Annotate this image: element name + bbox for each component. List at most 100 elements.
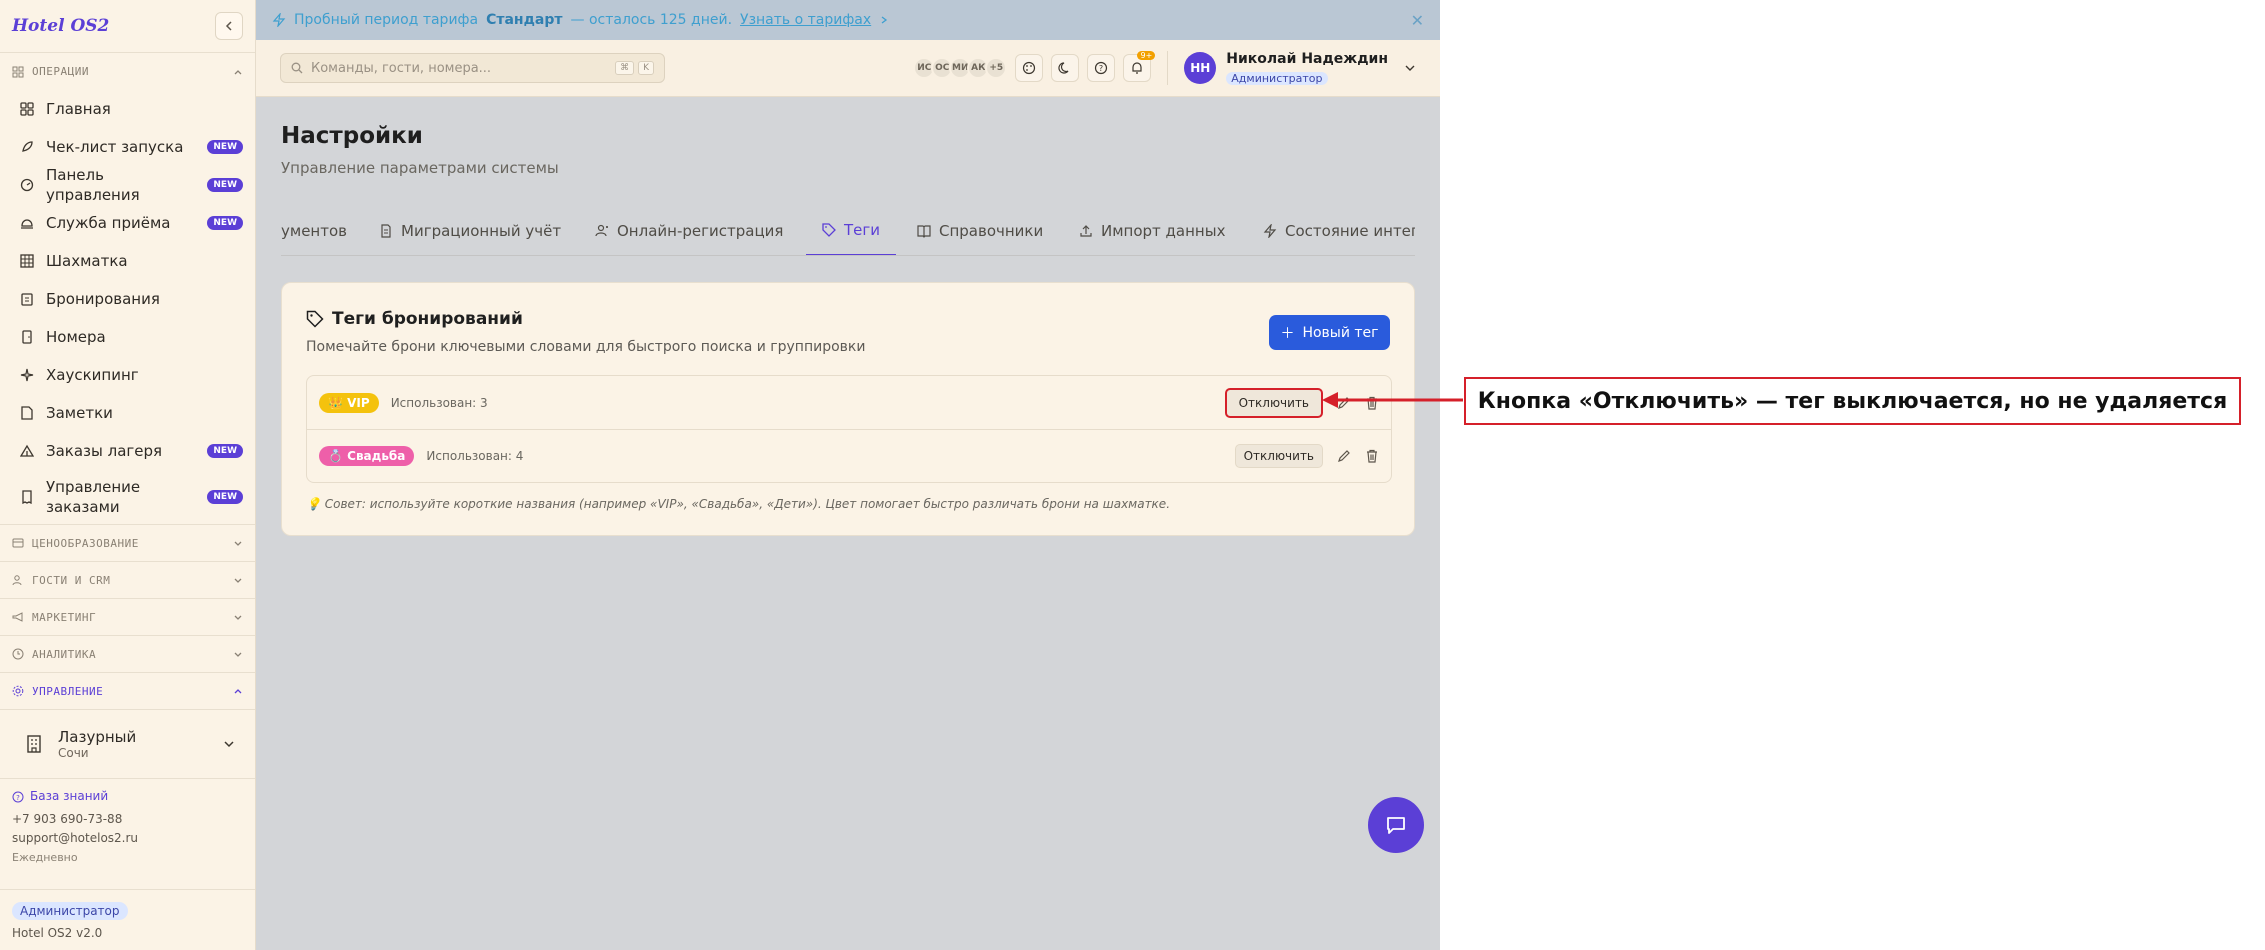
chevron-down-icon [234, 541, 242, 546]
pricing-link[interactable]: Узнать о тарифах [740, 12, 871, 28]
chat-button[interactable] [1368, 797, 1424, 853]
chevron-down-icon [224, 741, 234, 748]
user-plus-icon [595, 224, 608, 237]
sidebar-header: Hotel OS2 [0, 0, 255, 53]
theme-palette-button[interactable] [1015, 54, 1044, 82]
knowledge-base-link[interactable]: ? База знаний [12, 787, 243, 806]
command-search[interactable]: Команды, гости, номера... ⌘ K [280, 53, 665, 83]
banner-suffix: — осталось 125 дней. [570, 12, 733, 28]
chevron-down-icon [234, 615, 242, 620]
sidebar-item-housekeeping[interactable]: Хаускипинг [12, 356, 243, 394]
tag-list: 👑 VIP Использован: 3 Отключить 💍 Свадьба [306, 375, 1392, 483]
tab-tags[interactable]: Теги [806, 206, 897, 255]
disable-tag-button[interactable]: Отключить [1224, 387, 1323, 418]
tab-label: Справочники [939, 222, 1044, 240]
tab-label: Импорт данных [1101, 222, 1226, 240]
note-icon [21, 406, 33, 420]
dark-mode-button[interactable] [1051, 54, 1080, 82]
tab-documents[interactable]: ументов [281, 206, 347, 255]
support-email[interactable]: support@hotelos2.ru [12, 829, 243, 848]
close-banner-icon[interactable]: ✕ [1411, 11, 1424, 30]
tab-data-import[interactable]: Импорт данных [1079, 206, 1226, 255]
sidebar-item-label: Управление заказами [46, 478, 141, 516]
edit-icon[interactable] [1337, 449, 1351, 463]
sidebar-item-home[interactable]: Главная [12, 90, 243, 128]
banner-plan: Стандарт [486, 12, 563, 28]
sidebar-item-order-management[interactable]: Управление заказами NEW [12, 470, 243, 524]
annotation-text: Кнопка «Отключить» — тег выключается, но… [1477, 388, 2228, 414]
section-management[interactable]: УПРАВЛЕНИЕ [0, 672, 255, 709]
tip-text: 💡 Совет: используйте короткие названия (… [306, 497, 1171, 511]
collapse-sidebar-button[interactable] [215, 12, 243, 40]
notification-count: 9+ [1137, 51, 1156, 60]
hotel-switcher[interactable]: Лазурный Сочи [0, 709, 255, 779]
section-guests[interactable]: ГОСТИ И CRM [0, 561, 255, 598]
tag-row: 💍 Свадьба Использован: 4 Отключить [307, 429, 1391, 482]
section-label: МАРКЕТИНГ [32, 610, 97, 624]
top-bar: Команды, гости, номера... ⌘ K ИС ОС МИ А… [256, 40, 1440, 97]
section-pricing[interactable]: ЦЕНООБРАЗОВАНИЕ [0, 524, 255, 561]
tag-pill[interactable]: 👑 VIP [319, 392, 379, 413]
sidebar-item-launch-checklist[interactable]: Чек-лист запуска NEW [12, 128, 243, 166]
sidebar-item-bookings[interactable]: Бронирования [12, 280, 243, 318]
sidebar-item-camp-orders[interactable]: Заказы лагеря NEW [12, 432, 243, 470]
tag-icon [306, 310, 324, 328]
credit-card-icon [12, 538, 24, 548]
help-button[interactable]: ? [1087, 54, 1116, 82]
tab-online-registration[interactable]: Онлайн-регистрация [595, 206, 784, 255]
gear-icon [12, 685, 24, 697]
section-operations[interactable]: ОПЕРАЦИИ [0, 53, 255, 90]
new-tag-button[interactable]: ＋ Новый тег [1269, 315, 1390, 350]
user-name: Николай Надеждин [1226, 50, 1388, 67]
bell-desk-icon [21, 219, 33, 229]
sidebar-item-dashboard[interactable]: Панель управления NEW [12, 166, 243, 204]
tab-label: Состояние интег [1285, 222, 1415, 240]
avatar-more: +5 [985, 57, 1008, 79]
section-label: УПРАВЛЕНИЕ [32, 684, 104, 698]
sidebar-item-label: Чек-лист запуска [46, 138, 184, 156]
settings-tabs: ументов Миграционный учёт Онлайн-регистр… [281, 206, 1415, 256]
annotation-callout: Кнопка «Отключить» — тег выключается, но… [1464, 377, 2241, 425]
tag-name: Свадьба [347, 449, 406, 463]
sparkle-icon [20, 368, 34, 382]
hotel-city: Сочи [58, 746, 89, 760]
online-users[interactable]: ИС ОС МИ АК +5 [913, 57, 1008, 79]
help-circle-icon: ? [1095, 61, 1108, 75]
sidebar-item-rooms[interactable]: Номера [12, 318, 243, 356]
sidebar-item-front-desk[interactable]: Служба приёма NEW [12, 204, 243, 242]
tab-integrations-status[interactable]: Состояние интег [1263, 206, 1415, 255]
kbd-key: ⌘ [615, 61, 635, 75]
doc-icon [381, 224, 391, 238]
new-badge: NEW [207, 178, 243, 192]
tab-directories[interactable]: Справочники [917, 206, 1044, 255]
sidebar-footer: Администратор Hotel OS2 v2.0 [0, 889, 255, 950]
palette-icon [1023, 61, 1036, 75]
sidebar-item-label: Заказы лагеря [46, 442, 163, 460]
search-placeholder: Команды, гости, номера... [311, 60, 492, 76]
sidebar-nav: Главная Чек-лист запуска NEW Панель упра… [0, 90, 255, 524]
tag-emoji: 💍 [328, 449, 343, 463]
section-marketing[interactable]: МАРКЕТИНГ [0, 598, 255, 635]
sidebar-item-chessboard[interactable]: Шахматка [12, 242, 243, 280]
tag-name: VIP [347, 395, 370, 410]
sidebar-item-notes[interactable]: Заметки [12, 394, 243, 432]
notifications-button[interactable]: 9+ [1123, 51, 1156, 82]
gauge-icon [20, 178, 34, 192]
tab-label: Онлайн-регистрация [617, 222, 784, 240]
building-icon [27, 735, 41, 753]
trash-icon[interactable] [1365, 449, 1379, 463]
upload-icon [1080, 225, 1092, 237]
disable-tag-button[interactable]: Отключить [1234, 444, 1323, 468]
user-menu[interactable]: НН Николай Надеждин Администратор [1184, 51, 1416, 86]
logo[interactable]: Hotel OS2 [12, 16, 109, 36]
tag-pill[interactable]: 💍 Свадьба [319, 446, 415, 466]
app-window: Hotel OS2 ОПЕРАЦИИ Главная Чек-лист запу… [0, 0, 1440, 950]
section-analytics[interactable]: АНАЛИТИКА [0, 635, 255, 672]
tab-migration[interactable]: Миграционный учёт [379, 206, 561, 255]
support-phone[interactable]: +7 903 690-73-88 [12, 810, 243, 829]
trial-banner: Пробный период тарифа Стандарт — осталос… [256, 0, 1440, 40]
sidebar-item-label: Бронирования [46, 290, 160, 308]
chevron-down-icon [1405, 65, 1415, 71]
tags-card: Теги бронирований Помечайте брони ключев… [281, 282, 1415, 536]
clock-icon [12, 648, 24, 660]
